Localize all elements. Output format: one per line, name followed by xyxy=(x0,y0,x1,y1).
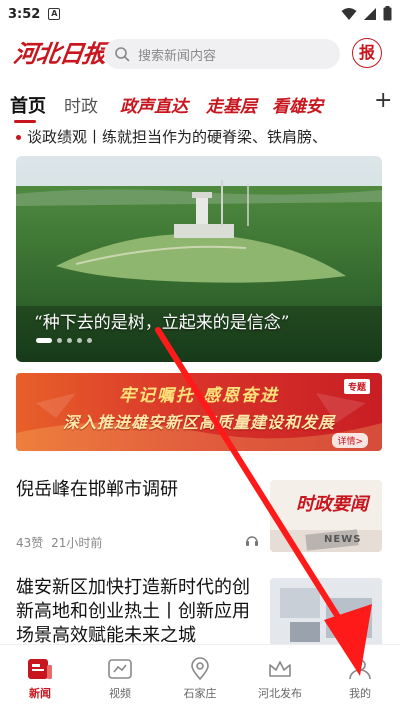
search-bar[interactable]: 搜索新闻内容 xyxy=(104,39,340,69)
carousel-dot xyxy=(57,338,62,343)
nav-label: 视频 xyxy=(109,687,131,700)
news-likes: 43赞 xyxy=(16,536,44,550)
special-topic-banner[interactable]: 牢记嘱托 感恩奋进 深入推进雄安新区高质量建设和发展 专题 详情> xyxy=(16,373,382,451)
tab-zoujiceng[interactable]: 走基层 xyxy=(206,92,257,117)
ticker-dot xyxy=(16,135,21,140)
location-icon xyxy=(191,657,209,681)
news-title: 雄安新区加快打造新时代的创新高地和创业热土丨创新应用场景高效赋能未来之城 xyxy=(16,577,250,644)
thumbnail-sub: NEWS xyxy=(324,534,362,545)
status-time: 3:52 xyxy=(8,6,41,22)
carousel-dot xyxy=(67,338,72,343)
nav-news[interactable]: 新闻 xyxy=(0,645,80,710)
app-header: 河北日报 搜索新闻内容 报 xyxy=(0,28,400,80)
status-bar: 3:52 A xyxy=(0,0,400,28)
news-icon xyxy=(28,659,52,679)
newspaper-button[interactable]: 报 xyxy=(352,38,382,68)
nav-label: 我的 xyxy=(349,687,371,700)
banner-more-link[interactable]: 详情> xyxy=(332,433,368,448)
app-logo[interactable]: 河北日报 xyxy=(12,34,109,69)
nav-shijiazhuang[interactable]: 石家庄 xyxy=(160,645,240,710)
news-item[interactable]: 雄安新区加快打造新时代的创新高地和创业热土丨创新应用场景高效赋能未来之城 xyxy=(16,572,382,644)
status-icons xyxy=(341,6,392,21)
nav-hebei-release[interactable]: 河北发布 xyxy=(240,645,320,710)
notification-a-icon: A xyxy=(48,8,61,20)
tab-politics[interactable]: 时政 xyxy=(64,92,98,117)
hero-caption: “种下去的是树，立起来的是信念” xyxy=(34,313,290,333)
nav-label: 河北发布 xyxy=(258,687,302,700)
tab-home[interactable]: 首页 xyxy=(10,92,46,118)
banner-headline: 深入推进雄安新区高质量建设和发展 xyxy=(62,413,335,432)
news-thumbnail xyxy=(270,578,382,644)
bottom-navigation: 新闻 视频 石家庄 河北发布 我的 xyxy=(0,644,400,710)
battery-icon xyxy=(383,6,392,21)
wifi-icon xyxy=(341,7,357,20)
add-channel-button[interactable]: + xyxy=(374,88,392,113)
banner-slogan: 牢记嘱托 感恩奋进 xyxy=(119,386,279,406)
hero-carousel[interactable]: “种下去的是树，立起来的是信念” xyxy=(16,156,382,362)
channel-tabs: 首页 时政 政声直达 走基层 看雄安 + xyxy=(0,80,400,126)
carousel-dot-active xyxy=(36,338,52,343)
tab-zhengsheng[interactable]: 政声直达 xyxy=(120,92,188,117)
nav-label: 新闻 xyxy=(29,687,51,700)
carousel-dot xyxy=(87,338,92,343)
crown-icon xyxy=(269,661,291,677)
carousel-dot xyxy=(77,338,82,343)
news-title: 倪岳峰在邯郸市调研 xyxy=(16,479,178,500)
carousel-indicator xyxy=(36,338,92,343)
search-icon xyxy=(115,47,130,62)
audio-icon[interactable] xyxy=(244,532,260,548)
news-ticker[interactable]: 谈政绩观丨练就担当作为的硬脊梁、铁肩膀、 xyxy=(16,126,386,148)
signal-icon xyxy=(364,7,376,20)
ticker-text: 谈政绩观丨练就担当作为的硬脊梁、铁肩膀、 xyxy=(27,128,328,146)
nav-video[interactable]: 视频 xyxy=(80,645,160,710)
news-thumbnail: 时政要闻 NEWS xyxy=(270,480,382,552)
search-placeholder: 搜索新闻内容 xyxy=(138,48,217,64)
thumbnail-graphic xyxy=(270,578,382,644)
tab-kanxiongan[interactable]: 看雄安 xyxy=(272,92,323,117)
news-meta: 43赞 21小时前 xyxy=(16,534,102,551)
video-icon xyxy=(108,659,132,679)
user-icon xyxy=(349,659,371,680)
tab-active-indicator xyxy=(14,120,36,123)
topic-tag: 专题 xyxy=(343,379,370,394)
news-time: 21小时前 xyxy=(51,536,103,550)
news-item[interactable]: 倪岳峰在邯郸市调研 43赞 21小时前 时政要闻 NEWS xyxy=(16,470,382,560)
nav-mine[interactable]: 我的 xyxy=(320,645,400,710)
nav-label: 石家庄 xyxy=(183,687,217,700)
thumbnail-title: 时政要闻 xyxy=(296,494,368,515)
